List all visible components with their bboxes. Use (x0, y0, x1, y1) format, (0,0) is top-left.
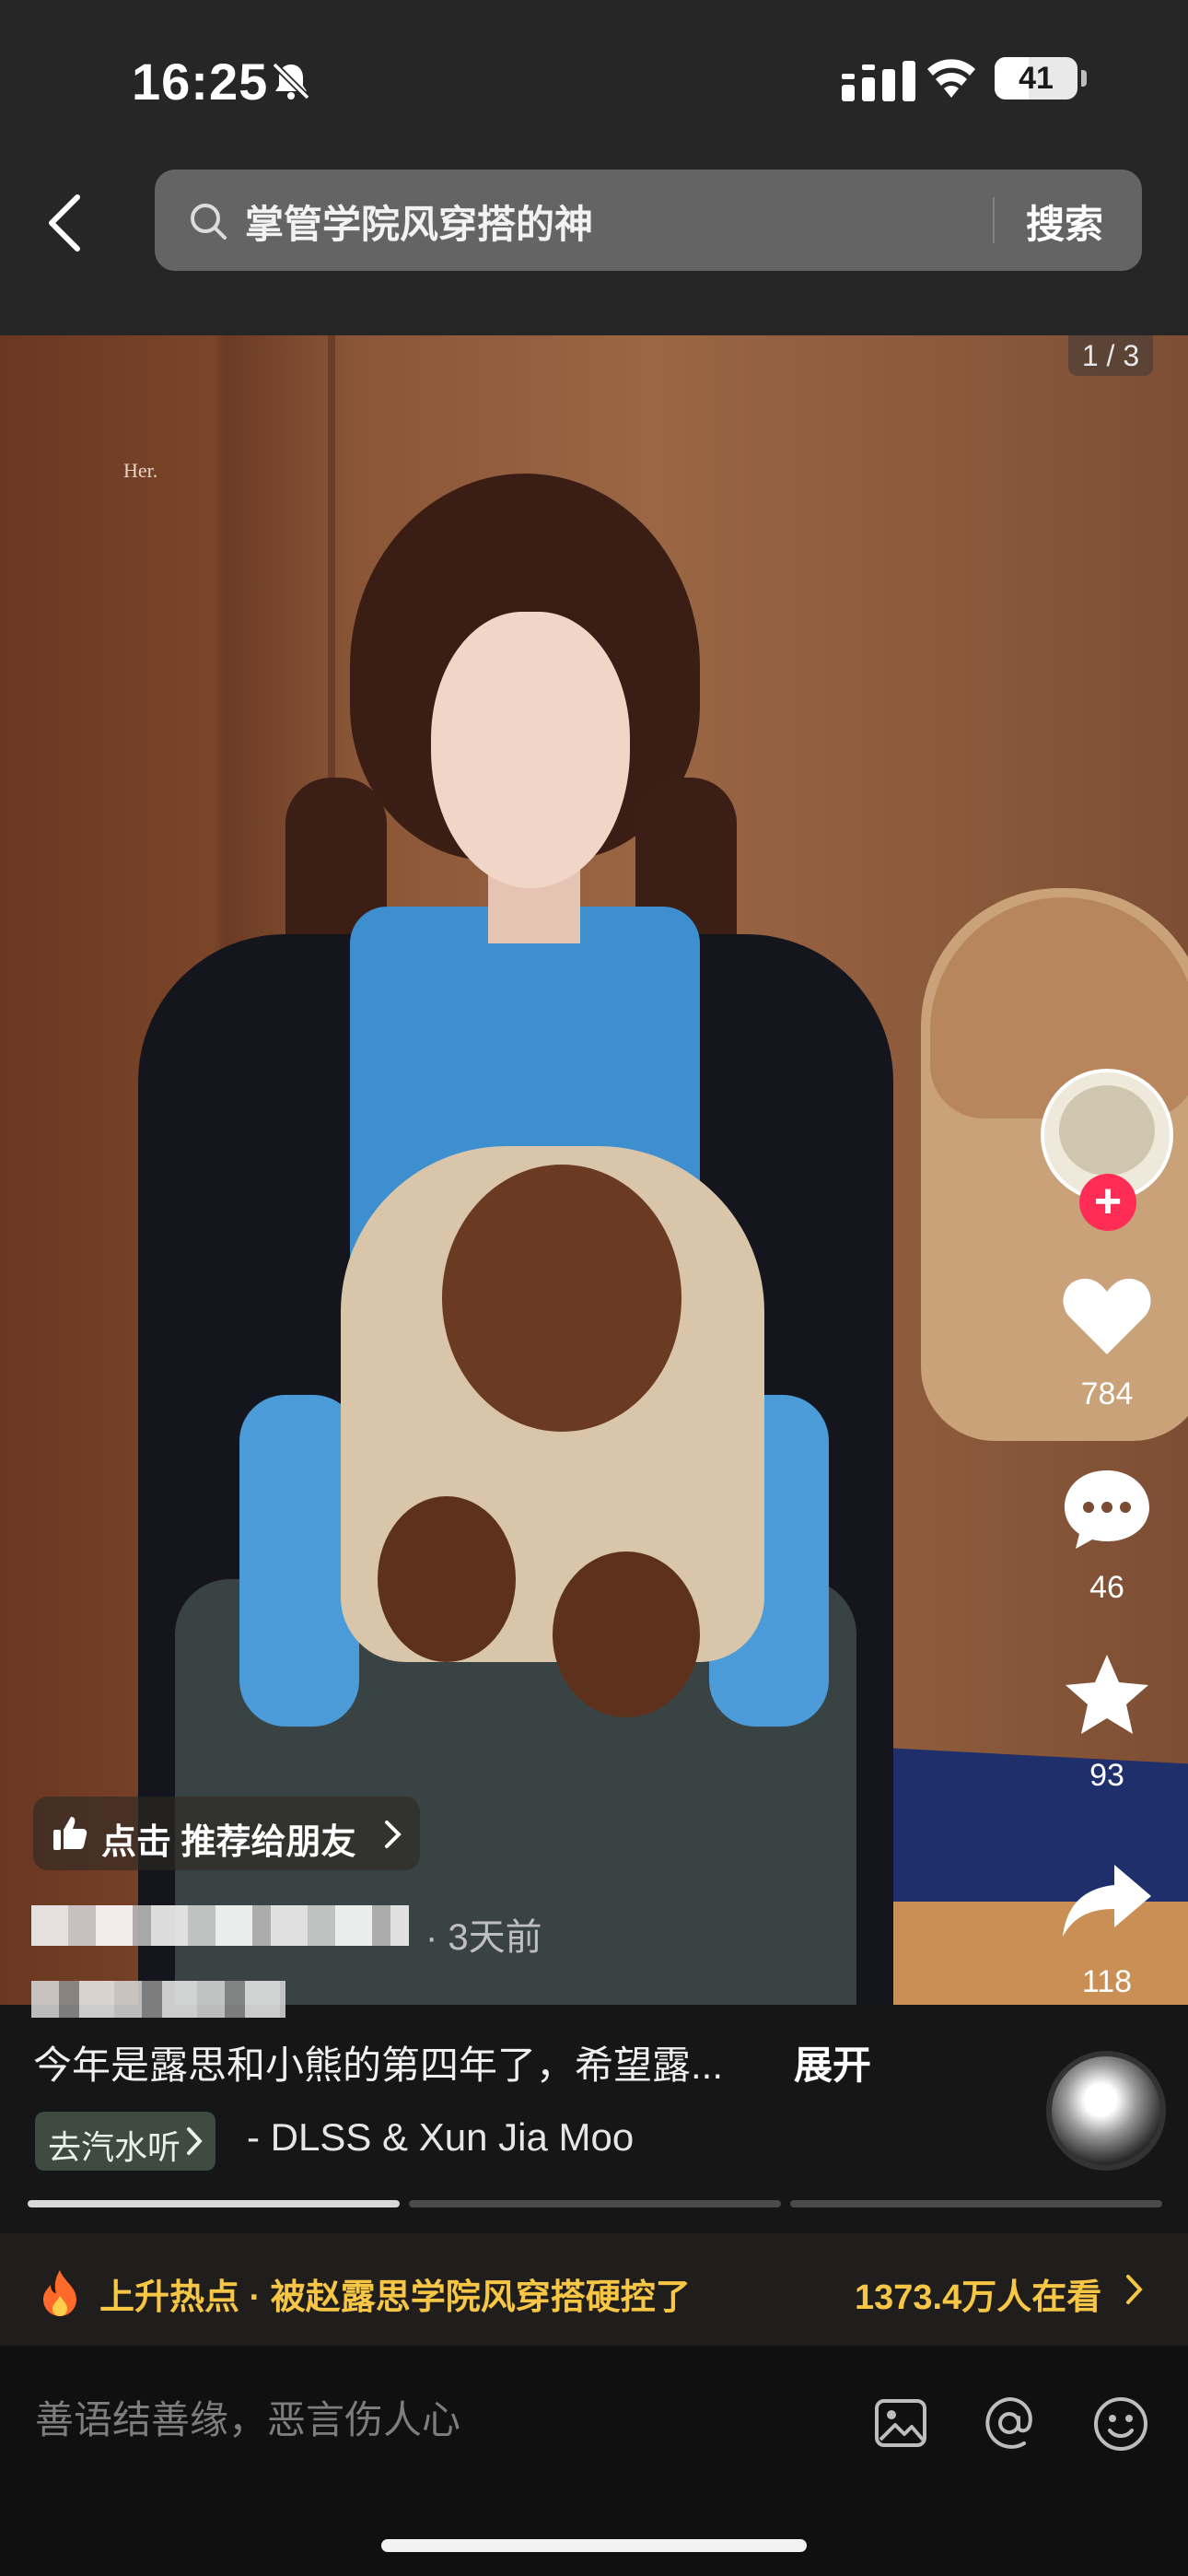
chevron-right-icon (1126, 2275, 1143, 2304)
follow-button[interactable]: + (1079, 1174, 1136, 1231)
cellular-signal-icon (842, 61, 915, 101)
status-time: 16:25 (132, 53, 269, 111)
post-time: · 3天前 (425, 1917, 542, 1958)
emoji-icon[interactable] (1092, 2395, 1149, 2453)
post-photo[interactable]: Her. 1 / 3 (0, 335, 1188, 2005)
teddy-bear-right-leg (553, 1551, 700, 1717)
recommend-label: 点击 推荐给朋友 (101, 1823, 356, 1862)
image-progress-segment (28, 2200, 400, 2207)
face (431, 612, 630, 888)
hot-topic-bar[interactable]: 上升热点 · 被赵露思学院风穿搭硬控了 1373.4万人在看 (0, 2233, 1188, 2346)
image-picker-icon[interactable] (873, 2397, 928, 2449)
author-name-blurred[interactable] (31, 1905, 409, 1946)
share-arrow-icon[interactable] (1059, 1857, 1155, 1946)
wifi-icon (927, 59, 975, 98)
chevron-right-icon (187, 2127, 203, 2155)
image-page-counter: 1 / 3 (1068, 335, 1153, 376)
top-bar: 16:25 41 掌管学院风穿搭的神 搜索 (0, 0, 1188, 335)
expand-caption-button[interactable]: 展开 (794, 2034, 871, 2090)
comment-bar (0, 2346, 1188, 2576)
search-bar[interactable]: 掌管学院风穿搭的神 搜索 (155, 170, 1142, 271)
teddy-bear-face (442, 1165, 681, 1432)
favorite-count: 93 (1089, 1758, 1124, 1793)
hot-topic-label: 上升热点 · 被赵露思学院风穿搭硬控了 (99, 2278, 691, 2317)
heart-icon[interactable] (1059, 1271, 1155, 1360)
comment-input[interactable] (33, 2397, 847, 2443)
hot-topic-viewers: 1373.4万人在看 (855, 2278, 1102, 2317)
mention-at-icon[interactable] (982, 2395, 1037, 2451)
battery-indicator: 41 (995, 57, 1087, 103)
share-count: 118 (1081, 1964, 1133, 1999)
comment-bubble-icon[interactable] (1059, 1465, 1155, 1553)
music-disc[interactable] (1046, 2051, 1166, 2171)
wall-sign-text: Her. (123, 459, 158, 482)
post-caption[interactable]: 今年是露思和小熊的第四年了，希望露... (33, 2034, 723, 2090)
search-divider (993, 197, 995, 243)
search-button[interactable]: 搜索 (1026, 193, 1103, 250)
bell-muted-icon (272, 62, 310, 100)
listen-in-app-chip[interactable]: 去汽水听 (35, 2112, 215, 2171)
search-icon (191, 204, 227, 240)
image-progress-segment (409, 2200, 781, 2207)
star-icon[interactable] (1059, 1651, 1155, 1739)
search-query-text[interactable]: 掌管学院风穿搭的神 (245, 193, 593, 250)
fire-icon (43, 2270, 76, 2316)
teddy-bear-left-leg (378, 1496, 516, 1662)
music-title-marquee[interactable]: - DLSS & Xun Jia Moo (247, 2115, 694, 2160)
like-count: 784 (1080, 1376, 1134, 1411)
comment-count: 46 (1089, 1570, 1124, 1605)
chevron-right-icon (385, 1821, 402, 1848)
back-arrow-icon[interactable] (41, 192, 96, 254)
image-progress-segment (790, 2200, 1162, 2207)
avatar-illustration (1059, 1085, 1155, 1176)
recommend-to-friends-button[interactable]: 点击 推荐给朋友 (33, 1797, 420, 1870)
home-indicator[interactable] (381, 2539, 807, 2552)
thumbs-up-icon (53, 1817, 87, 1850)
author-tag-blurred (31, 1981, 285, 2018)
music-chip-label: 去汽水听 (48, 2128, 181, 2166)
